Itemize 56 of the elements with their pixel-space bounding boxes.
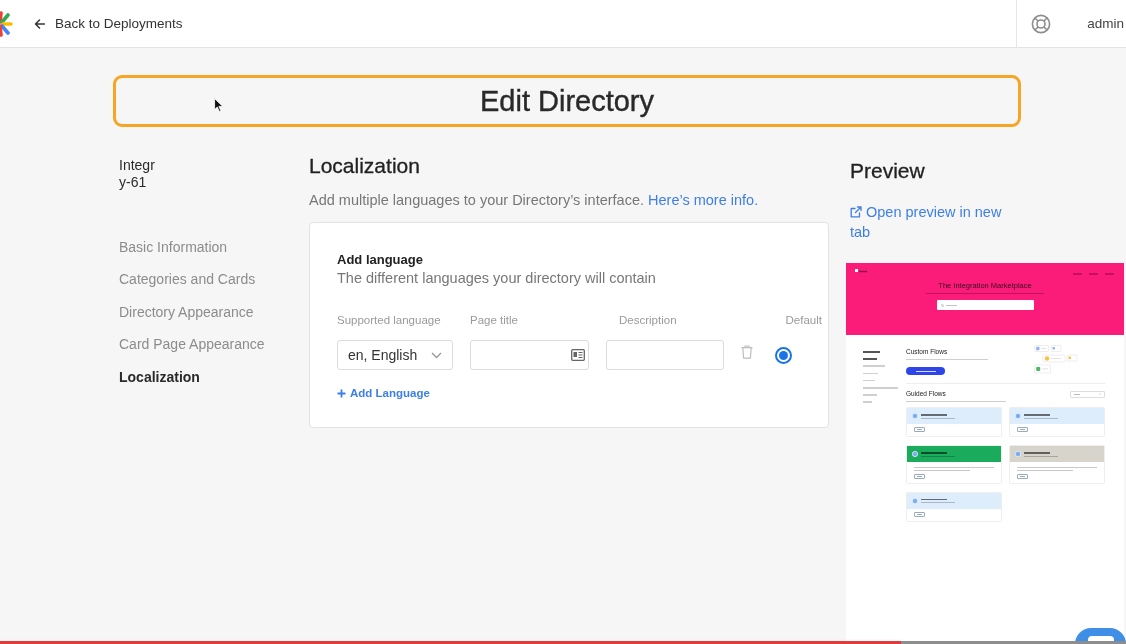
info-link[interactable]: Here’s more info.	[648, 192, 759, 208]
back-link[interactable]: Back to Deployments	[34, 12, 183, 35]
caret-icon	[1098, 393, 1101, 396]
flow-card[interactable]	[1009, 445, 1105, 484]
preview-title: Preview	[850, 160, 926, 182]
search-field[interactable]	[936, 300, 1034, 311]
column-header: Page title	[470, 313, 519, 327]
column-header: Description	[618, 313, 678, 327]
sidebar-item[interactable]: Categories and Cards	[119, 263, 256, 296]
sidebar-item[interactable]: Basic Information	[119, 231, 228, 264]
plus-icon	[337, 388, 346, 398]
video-progress-track[interactable]	[0, 641, 1126, 644]
circle-icon	[912, 451, 918, 458]
sort-dropdown[interactable]	[1070, 390, 1105, 398]
description-field[interactable]	[606, 340, 724, 370]
trash-icon[interactable]	[741, 345, 753, 359]
circle-icon	[1015, 451, 1021, 458]
flow-button[interactable]	[906, 367, 945, 376]
search-icon	[940, 303, 944, 307]
default-radio[interactable]	[775, 346, 792, 364]
card-subtitle: The different languages your directory will contain	[337, 269, 657, 288]
page-title: Edit Directory	[113, 75, 1021, 127]
section-title: Localization	[309, 155, 421, 177]
category-item[interactable]	[863, 386, 898, 389]
directory-name: Integry-61	[119, 157, 156, 191]
category-heading	[863, 351, 880, 354]
contact-card-icon[interactable]	[571, 349, 585, 361]
flow-card[interactable]	[1009, 407, 1105, 438]
circle-icon	[912, 413, 918, 420]
category-item[interactable]	[863, 372, 878, 375]
category-item[interactable]	[863, 379, 875, 382]
sidebar-item[interactable]: Card Page Appearance	[119, 328, 265, 361]
column-header: Supported language	[337, 313, 442, 327]
app-chips-drawing	[1034, 345, 1079, 375]
user-name[interactable]: admin	[1087, 16, 1124, 31]
circle-icon	[912, 497, 918, 504]
card-title: Add language	[337, 252, 424, 268]
sidebar-item[interactable]: Localization	[119, 360, 200, 394]
open-preview-link[interactable]: Open preview in new tab	[850, 202, 1008, 242]
sidebar-item[interactable]: Directory Appearance	[119, 295, 254, 329]
page-title-field[interactable]	[470, 340, 589, 370]
external-link-icon	[850, 206, 862, 218]
flow-card[interactable]	[906, 445, 1002, 484]
back-arrow-icon	[34, 18, 45, 29]
flow-card[interactable]	[906, 491, 1002, 522]
pinwheel-logo-icon	[0, 9, 14, 38]
add-language-link[interactable]: Add Language	[337, 386, 430, 400]
column-header: Default	[785, 313, 822, 327]
flow-card[interactable]	[906, 407, 1002, 438]
language-select[interactable]: en, English	[337, 340, 453, 370]
section-description: Add multiple languages to your Directory’s interface. Here’s more info.	[309, 191, 760, 210]
help-icon[interactable]	[1031, 13, 1052, 34]
cursor-icon	[214, 98, 223, 112]
chevron-down-icon	[431, 351, 442, 359]
circle-icon	[1015, 413, 1021, 420]
logo-icon	[855, 269, 867, 273]
